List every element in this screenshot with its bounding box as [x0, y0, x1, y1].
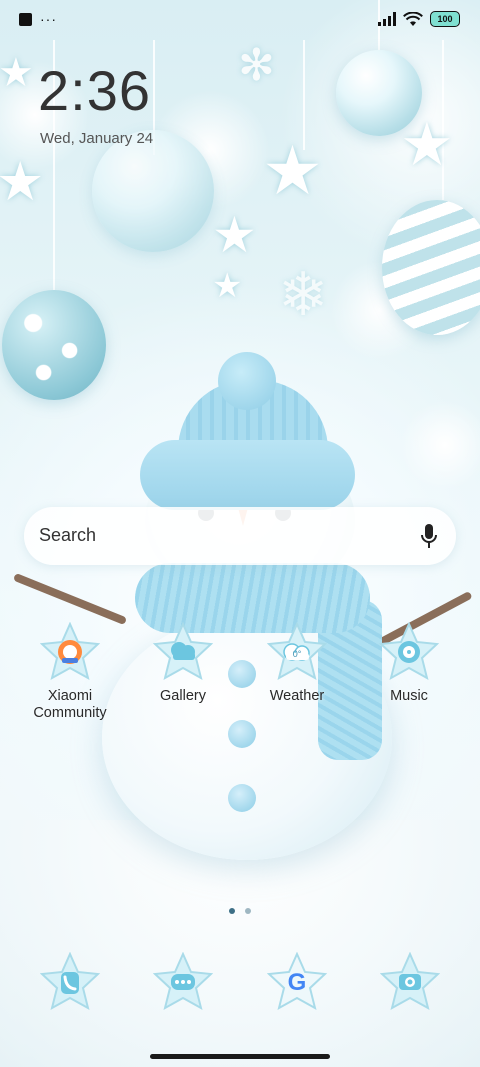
- signal-icon: [378, 12, 396, 26]
- music-icon: [378, 621, 440, 682]
- phone-icon: [39, 951, 101, 1010]
- snowman-arm: [12, 572, 128, 626]
- ornament-decoration: [2, 290, 106, 400]
- notification-square-icon: [19, 13, 32, 26]
- more-dots-icon: ···: [40, 11, 57, 27]
- app-label: Xiaomi Community: [33, 688, 107, 721]
- google-glyph: G: [288, 969, 307, 996]
- ornament-decoration: [92, 130, 214, 252]
- weather-temp-badge: 0°: [293, 649, 302, 659]
- wifi-icon: [403, 11, 423, 26]
- clock-date[interactable]: Wed, January 24: [40, 130, 153, 147]
- dock-google[interactable]: G: [266, 951, 328, 1012]
- snowman-hat-brim: [140, 440, 355, 510]
- dock-messages[interactable]: [152, 951, 214, 1012]
- page-dot-active: [229, 908, 235, 914]
- snowflake-decoration: ✻: [238, 41, 275, 90]
- dock-phone[interactable]: [39, 951, 101, 1012]
- xiaomi-community-icon: [39, 621, 101, 682]
- weather-icon: 0°: [266, 621, 328, 682]
- search-bar[interactable]: Search: [24, 507, 456, 565]
- app-label: Gallery: [160, 688, 206, 704]
- search-placeholder: Search: [39, 525, 97, 545]
- battery-icon: 100: [430, 11, 460, 27]
- snowflake-decoration: ❄: [278, 261, 329, 328]
- app-weather[interactable]: 0° Weather: [242, 621, 352, 705]
- gallery-icon: [152, 621, 214, 682]
- home-indicator[interactable]: [150, 1054, 330, 1059]
- app-xiaomi-community[interactable]: Xiaomi Community: [15, 621, 125, 722]
- dock-camera[interactable]: [379, 951, 441, 1012]
- app-label: Weather: [269, 688, 325, 704]
- star-decoration: ★: [212, 207, 257, 263]
- snowman-button: [228, 720, 256, 748]
- mic-icon[interactable]: [420, 523, 438, 549]
- app-music[interactable]: Music: [354, 621, 464, 705]
- star-decoration: ★: [0, 152, 45, 212]
- star-decoration: ★: [0, 51, 34, 95]
- snowman-pompom: [218, 352, 276, 410]
- camera-icon: [379, 951, 441, 1010]
- snowman-button: [228, 784, 256, 812]
- app-label: Music: [390, 688, 428, 704]
- google-icon: G: [266, 951, 328, 1010]
- status-bar: ··· 100: [0, 0, 480, 40]
- star-decoration: ★: [262, 133, 323, 209]
- app-gallery[interactable]: Gallery: [128, 621, 238, 705]
- page-indicator[interactable]: [229, 908, 251, 914]
- star-decoration: ★: [212, 267, 243, 305]
- clock-time[interactable]: 2:36: [38, 58, 151, 123]
- messages-icon: [152, 951, 214, 1010]
- star-decoration: ★: [400, 111, 454, 178]
- page-dot: [245, 908, 251, 914]
